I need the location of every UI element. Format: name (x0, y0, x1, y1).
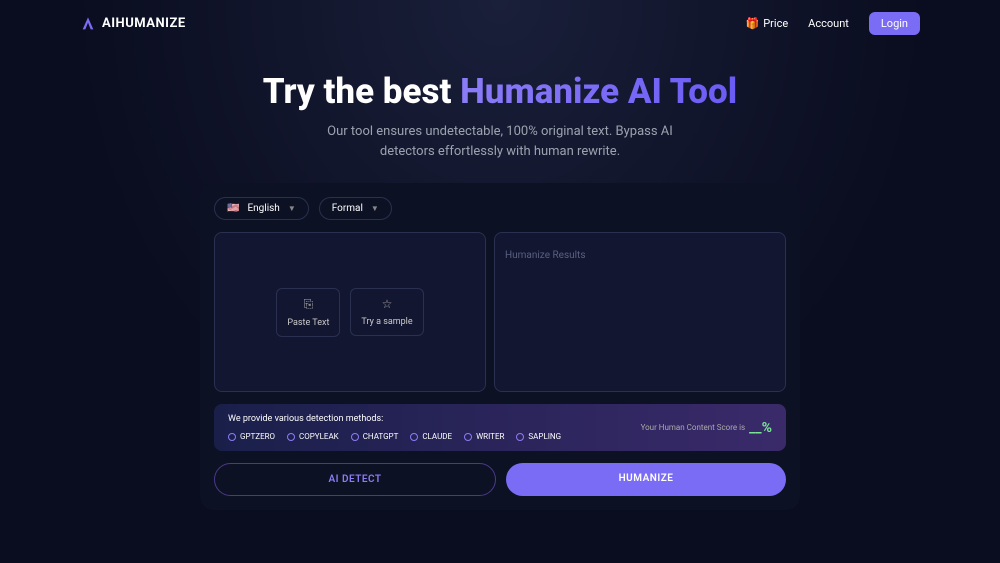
radio-icon (516, 433, 524, 441)
flag-icon: 🇺🇸 (227, 203, 239, 214)
logo-icon (80, 16, 96, 32)
radio-icon (287, 433, 295, 441)
results-panel: Humanize Results (494, 232, 786, 392)
language-selector[interactable]: 🇺🇸 English ▼ (214, 197, 309, 220)
detection-method-writer[interactable]: WRITER (464, 432, 504, 441)
radio-icon (228, 433, 236, 441)
detection-methods: GPTZERO COPYLEAK CHATGPT CLAUDE WRITER (228, 432, 641, 441)
logo-text: AIHUMANIZE (102, 16, 186, 31)
hero-subtitle: Our tool ensures undetectable, 100% orig… (0, 122, 1000, 161)
radio-icon (464, 433, 472, 441)
chevron-down-icon: ▼ (371, 204, 379, 213)
score-display: Your Human Content Score is __% (641, 420, 772, 436)
nav-account[interactable]: Account (808, 17, 849, 30)
detection-bar: We provide various detection methods: GP… (214, 404, 786, 451)
nav: 🎁 Price Account Login (746, 12, 920, 35)
detection-method-copyleak[interactable]: COPYLEAK (287, 432, 339, 441)
detection-method-chatgpt[interactable]: CHATGPT (351, 432, 399, 441)
paste-icon: ⎘ (304, 297, 314, 312)
humanize-button[interactable]: HUMANIZE (506, 463, 786, 496)
radio-icon (351, 433, 359, 441)
nav-price-label: Price (763, 17, 788, 30)
chevron-down-icon: ▼ (288, 204, 296, 213)
paste-text-button[interactable]: ⎘ Paste Text (276, 288, 340, 337)
results-placeholder: Humanize Results (505, 250, 585, 261)
try-sample-button[interactable]: ☆ Try a sample (350, 288, 423, 336)
action-buttons: AI DETECT HUMANIZE (214, 463, 786, 496)
star-icon: ☆ (382, 297, 393, 311)
gift-icon: 🎁 (746, 17, 760, 30)
ai-detect-button[interactable]: AI DETECT (214, 463, 496, 496)
detection-method-claude[interactable]: CLAUDE (410, 432, 452, 441)
panels: ⎘ Paste Text ☆ Try a sample Humanize Res… (214, 232, 786, 392)
detection-method-sapling[interactable]: SAPLING (516, 432, 561, 441)
detection-title: We provide various detection methods: (228, 414, 641, 424)
input-panel[interactable]: ⎘ Paste Text ☆ Try a sample (214, 232, 486, 392)
login-button[interactable]: Login (869, 12, 920, 35)
detection-method-gptzero[interactable]: GPTZERO (228, 432, 275, 441)
logo[interactable]: AIHUMANIZE (80, 16, 186, 32)
nav-price[interactable]: 🎁 Price (746, 17, 789, 30)
selectors: 🇺🇸 English ▼ Formal ▼ (214, 197, 786, 220)
tool-container: 🇺🇸 English ▼ Formal ▼ ⎘ Paste Text ☆ Try… (200, 183, 800, 510)
header: AIHUMANIZE 🎁 Price Account Login (0, 0, 1000, 47)
hero-title: Try the best Humanize AI Tool (0, 71, 1000, 112)
tone-selector[interactable]: Formal ▼ (319, 197, 392, 220)
radio-icon (410, 433, 418, 441)
hero: Try the best Humanize AI Tool Our tool e… (0, 71, 1000, 161)
